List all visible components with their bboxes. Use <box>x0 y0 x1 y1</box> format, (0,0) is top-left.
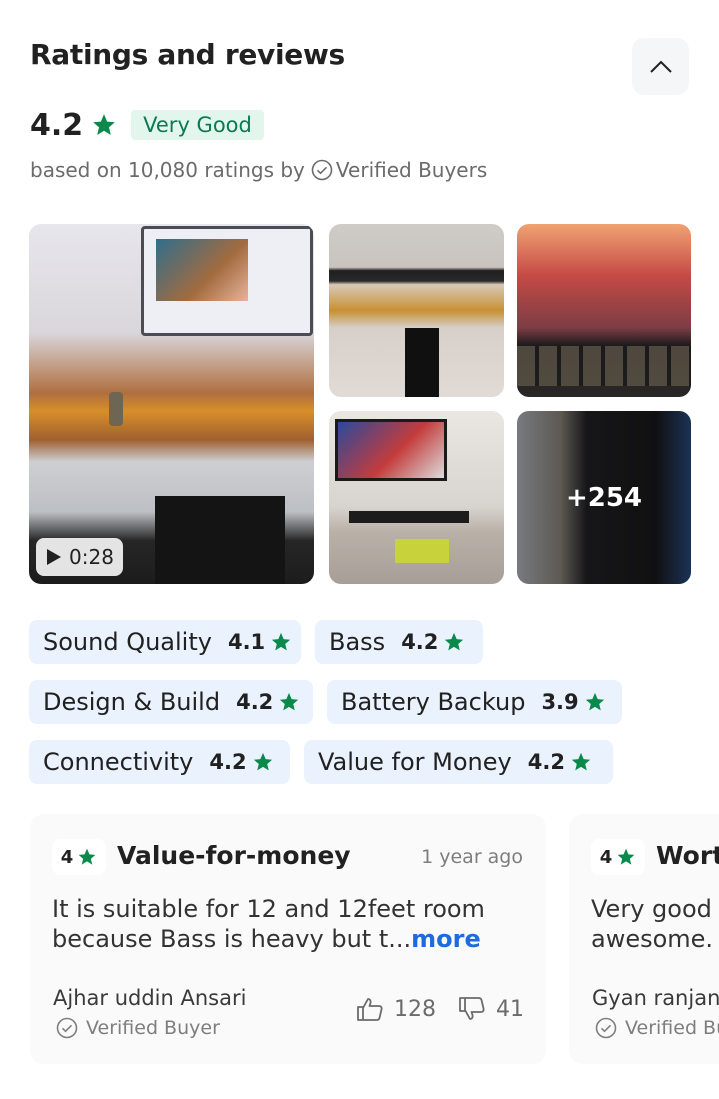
section-title: Ratings and reviews <box>30 38 345 71</box>
review-photo-thumbnail[interactable] <box>517 224 691 397</box>
review-video-thumbnail[interactable]: 0:28 <box>29 224 314 584</box>
overall-rating: 4.2 Very Good <box>30 106 264 144</box>
star-icon <box>78 848 96 865</box>
verified-buyer-label: Verified Bu <box>625 1017 719 1039</box>
review-body: It is suitable for 12 and 12feet room be… <box>52 894 522 954</box>
review-rating: 4 <box>591 839 645 875</box>
aspect-rating: 4.2 <box>527 750 565 774</box>
review-author: Gyan ranjan <box>592 986 719 1010</box>
dislike-count: 41 <box>496 996 524 1022</box>
star-icon <box>443 631 465 653</box>
aspect-rating: 4.2 <box>401 630 439 654</box>
review-card[interactable]: 4 Wort Very good awesome. Gyan ranjan Ve… <box>569 814 719 1064</box>
star-icon <box>617 848 635 865</box>
like-count: 128 <box>394 996 436 1022</box>
aspect-rating: 3.9 <box>541 690 579 714</box>
chevron-up-icon <box>649 60 672 73</box>
aspect-label: Value for Money <box>318 748 512 776</box>
aspect-label: Design & Build <box>43 688 221 716</box>
star-icon <box>91 112 117 138</box>
verified-buyer-tag: Verified Buyer <box>56 1017 220 1039</box>
review-photo-thumbnail[interactable] <box>329 224 504 397</box>
aspect-chip-design-build[interactable]: Design & Build 4.2 <box>29 680 313 724</box>
review-card[interactable]: 4 Value-for-money 1 year ago It is suita… <box>30 814 546 1064</box>
overall-rating-value: 4.2 <box>30 107 84 143</box>
ratings-count-text: based on 10,080 ratings by <box>30 158 305 182</box>
aspect-rating: 4.2 <box>209 750 247 774</box>
rating-badge: Very Good <box>131 110 264 140</box>
review-date: 1 year ago <box>421 846 523 868</box>
aspect-chip-battery-backup[interactable]: Battery Backup 3.9 <box>327 680 622 724</box>
verified-check-icon <box>595 1017 617 1039</box>
review-photo-thumbnail[interactable] <box>329 411 504 584</box>
star-icon <box>270 631 292 653</box>
review-votes: 128 41 <box>356 996 524 1022</box>
aspect-chip-sound-quality[interactable]: Sound Quality 4.1 <box>29 620 301 664</box>
video-duration: 0:28 <box>69 545 114 569</box>
star-icon <box>252 751 274 773</box>
aspect-rating: 4.2 <box>236 690 274 714</box>
collapse-button[interactable] <box>632 38 689 95</box>
aspect-chip-bass[interactable]: Bass 4.2 <box>315 620 483 664</box>
review-text: Very good awesome. <box>591 895 714 953</box>
play-icon <box>47 549 61 565</box>
review-media-grid: 0:28 +254 <box>29 224 691 584</box>
verified-check-icon <box>56 1017 78 1039</box>
aspect-label: Bass <box>329 628 386 656</box>
verified-buyers-label: Verified Buyers <box>335 158 488 182</box>
star-icon <box>584 691 606 713</box>
video-duration-badge: 0:28 <box>36 538 123 576</box>
review-rating-value: 4 <box>60 846 74 868</box>
aspect-chip-value-for-money[interactable]: Value for Money 4.2 <box>304 740 613 784</box>
laptop-image <box>141 226 313 336</box>
more-photos-count: +254 <box>565 482 643 513</box>
aspect-rating: 4.1 <box>227 630 266 654</box>
aspect-label: Sound Quality <box>43 628 212 656</box>
verified-buyer-tag: Verified Bu <box>595 1017 719 1039</box>
review-author: Ajhar uddin Ansari <box>53 986 247 1010</box>
star-icon <box>570 751 592 773</box>
ratings-count: based on 10,080 ratings by Verified Buye… <box>30 158 487 182</box>
review-title: Value-for-money <box>117 841 351 870</box>
subwoofer-image <box>155 496 285 584</box>
thumbs-down-icon[interactable] <box>458 996 486 1022</box>
aspect-label: Connectivity <box>43 748 194 776</box>
read-more-link[interactable]: more <box>411 925 481 953</box>
review-body: Very good awesome. <box>591 894 719 954</box>
aspect-label: Battery Backup <box>341 688 526 716</box>
review-rating: 4 <box>52 839 106 875</box>
drawer-lock-image <box>109 392 123 426</box>
verified-buyer-label: Verified Buyer <box>86 1017 220 1039</box>
verified-check-icon <box>311 159 333 181</box>
more-photos-thumbnail[interactable]: +254 <box>517 411 691 584</box>
aspect-chip-connectivity[interactable]: Connectivity 4.2 <box>29 740 290 784</box>
review-rating-value: 4 <box>599 846 613 868</box>
star-icon <box>278 691 300 713</box>
thumbs-up-icon[interactable] <box>356 996 384 1022</box>
review-title: Wort <box>656 841 719 870</box>
